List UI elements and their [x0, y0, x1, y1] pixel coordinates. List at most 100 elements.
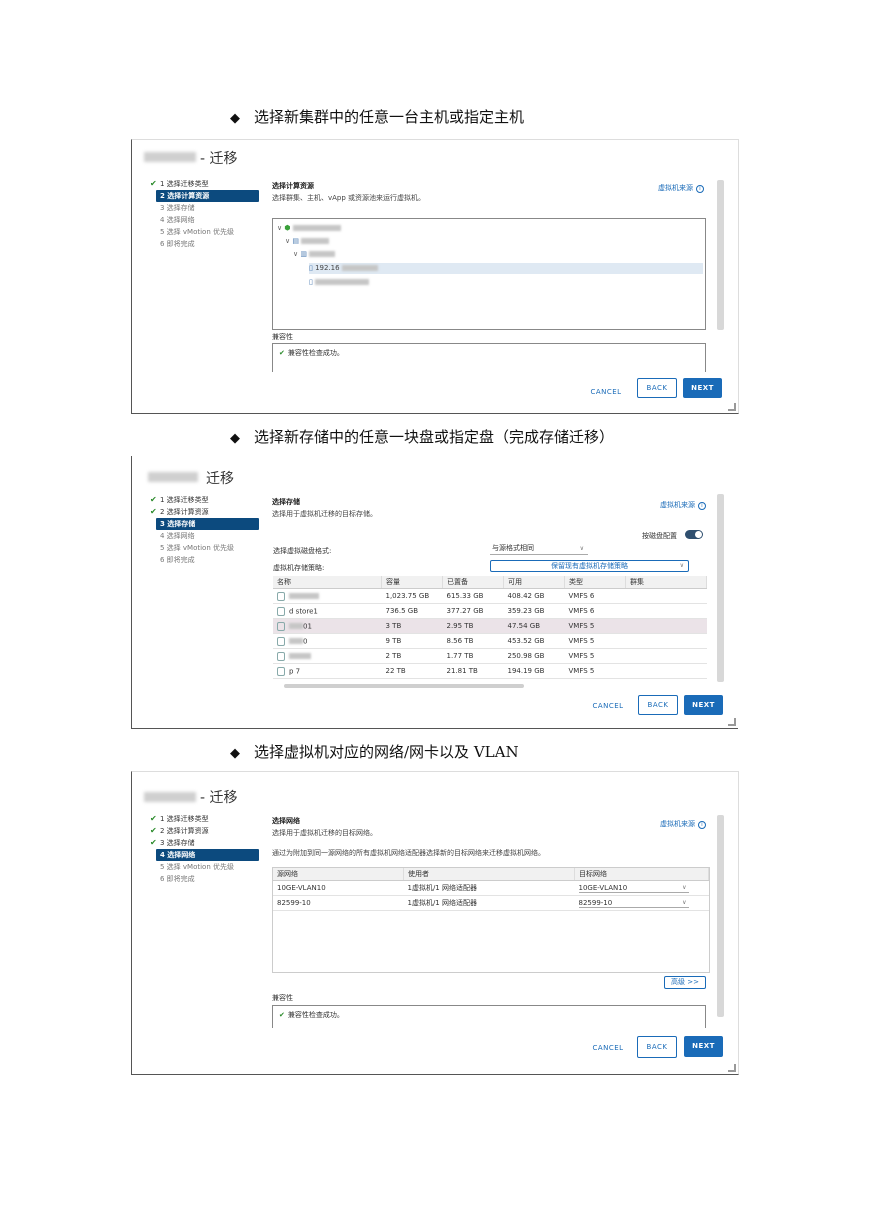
step-4: 4 选择网络 [160, 532, 195, 540]
section-heading-1: ◆ 选择新集群中的任意一台主机或指定主机 [230, 108, 525, 126]
col-capacity[interactable]: 容量 [381, 576, 443, 589]
resize-handle[interactable] [728, 1064, 736, 1072]
check-icon: ✔ [150, 495, 157, 504]
disk-format-select[interactable]: 与源格式相同 ∨ [490, 543, 588, 555]
content-subtitle: 选择用于虚拟机迁移的目标网络。 [272, 829, 377, 837]
target-network-select[interactable]: 10GE-VLAN10 ∨ [578, 883, 689, 893]
cancel-button[interactable]: CANCEL [588, 696, 628, 716]
blurred-vm-name [148, 472, 198, 482]
step-4: 4 选择网络 [160, 216, 195, 224]
col-type[interactable]: 类型 [564, 576, 626, 589]
target-network-select[interactable]: 82599-10 ∨ [578, 899, 689, 908]
cancel-button[interactable]: CANCEL [586, 382, 626, 402]
datastore-table: 名称 容量 已置备 可用 类型 群集 1,023.75 GB 615.33 GB 4… [273, 576, 707, 679]
tree-cluster-parent[interactable]: ∨ ▤ [285, 236, 330, 247]
table-row[interactable]: 2 TB 1.77 TB 250.98 GB VMFS 5 [273, 648, 707, 664]
step-2[interactable]: ✔ 2 选择计算资源 [150, 825, 255, 837]
col-target-network[interactable]: 目标网络 [574, 868, 709, 881]
dialog-title: - 迁移 [200, 151, 238, 167]
table-row[interactable]: 1,023.75 GB 615.33 GB 408.42 GB VMFS 6 [273, 588, 707, 604]
migrate-dialog-network: - 迁移 ✔ 1 选择迁移类型 ✔ 2 选择计算资源 ✔ 3 选择存储 4 选择网络 … [131, 771, 739, 1075]
storage-policy-select[interactable]: 保留现有虚拟机存储策略 ∨ [490, 560, 689, 572]
tree-datacenter[interactable]: ∨ ⬢ [277, 223, 341, 234]
per-disk-toggle[interactable] [685, 530, 703, 539]
resource-tree[interactable]: ∨ ⬢ ∨ ▤ ∨ ▥ ▯ 192.16 ▯ [272, 218, 706, 330]
col-provisioned[interactable]: 已置备 [442, 576, 504, 589]
step-6: 6 即将完成 [160, 240, 195, 248]
chevron-down-icon: ∨ [679, 562, 684, 569]
vertical-scrollbar[interactable] [717, 494, 724, 682]
horizontal-scrollbar[interactable] [284, 684, 524, 688]
wizard-steps: ✔ 1 选择迁移类型 ✔ 2 选择计算资源 ✔ 3 选择存储 4 选择网络 5 选择 … [150, 813, 259, 885]
content-subtitle: 选择群集、主机、vApp 或资源池来运行虚拟机。 [272, 194, 426, 202]
check-icon: ✔ [150, 179, 157, 188]
step-2-current[interactable]: 2 选择计算资源 [156, 190, 259, 202]
step-5: 5 选择 vMotion 优先级 [160, 228, 235, 236]
step-1[interactable]: ✔ 1 选择迁移类型 [150, 813, 255, 825]
per-disk-label: 按磁盘配置 [642, 532, 677, 540]
datastore-icon [277, 666, 285, 676]
network-description: 通过为附加到同一源网络的所有虚拟机网络适配器选择新的目标网络来迁移虚拟机网络。 [272, 849, 545, 857]
datastore-icon [277, 651, 285, 661]
tree-cluster[interactable]: ∨ ▥ [293, 249, 336, 260]
table-row[interactable]: p 7 22 TB 21.81 TB 194.19 GB VMFS 5 [273, 663, 707, 679]
tree-host[interactable]: ▯ [309, 277, 370, 288]
folder-icon: ▤ [292, 237, 299, 245]
next-button[interactable]: NEXT [684, 695, 723, 715]
back-button[interactable]: BACK [637, 1036, 677, 1058]
next-button[interactable]: NEXT [684, 1036, 723, 1057]
step-3: 3 选择存储 [160, 204, 195, 212]
tree-host-selected[interactable]: ▯ 192.16 [309, 263, 703, 274]
datastore-icon [277, 621, 285, 631]
step-2[interactable]: ✔ 2 选择计算资源 [150, 506, 255, 518]
col-free[interactable]: 可用 [503, 576, 565, 589]
table-row[interactable]: 0 9 TB 8.56 TB 453.52 GB VMFS 5 [273, 633, 707, 649]
table-row[interactable]: 10GE-VLAN10 1虚拟机/1 网络适配器 10GE-VLAN10 ∨ [273, 880, 709, 896]
blurred-vm-name [144, 152, 196, 162]
dialog-titlebar: 迁移 [132, 456, 738, 487]
advanced-button[interactable]: 高级 >> [664, 976, 706, 989]
col-used-by[interactable]: 使用者 [403, 868, 575, 881]
vertical-scrollbar[interactable] [717, 180, 724, 330]
datacenter-icon: ⬢ [284, 224, 291, 232]
back-button[interactable]: BACK [638, 695, 678, 715]
cancel-button[interactable]: CANCEL [588, 1038, 628, 1058]
compat-box: ✔ 兼容性检查成功。 [272, 1005, 706, 1028]
vm-source-link[interactable]: 虚拟机来源 i [660, 500, 706, 510]
vertical-scrollbar[interactable] [717, 815, 724, 1017]
step-3[interactable]: ✔ 3 选择存储 [150, 837, 255, 849]
vm-source-link[interactable]: 虚拟机来源 i [658, 183, 704, 193]
step-5: 5 选择 vMotion 优先级 [160, 544, 235, 552]
disk-format-label: 选择虚拟磁盘格式: [273, 547, 332, 555]
step-6: 6 即将完成 [160, 556, 195, 564]
col-cluster[interactable]: 群集 [625, 576, 707, 589]
dialog-title: 迁移 [206, 471, 234, 487]
dialog-title: - 迁移 [200, 790, 238, 806]
policy-label: 虚拟机存储策略: [273, 564, 325, 572]
dialog-titlebar: - 迁移 [132, 772, 738, 806]
wizard-steps: ✔ 1 选择迁移类型 2 选择计算资源 3 选择存储 4 选择网络 5 选择 vM… [150, 178, 259, 250]
col-name[interactable]: 名称 [273, 576, 382, 589]
table-row[interactable]: d store1 736.5 GB 377.27 GB 359.23 GB VMFS … [273, 603, 707, 619]
chevron-down-icon: ∨ [682, 883, 687, 891]
table-row-selected[interactable]: 01 3 TB 2.95 TB 47.54 GB VMFS 5 [273, 618, 707, 634]
next-button[interactable]: NEXT [683, 378, 722, 398]
table-header: 源网络 使用者 目标网络 [273, 868, 709, 881]
step-1[interactable]: ✔ 1 选择迁移类型 [150, 494, 255, 506]
diamond-bullet-icon: ◆ [230, 746, 240, 761]
info-icon: i [696, 185, 704, 193]
col-source-network[interactable]: 源网络 [273, 868, 404, 881]
table-header: 名称 容量 已置备 可用 类型 群集 [273, 576, 707, 589]
content-pane: 选择存储 选择用于虚拟机迁移的目标存储。 [272, 497, 710, 519]
step-4-current[interactable]: 4 选择网络 [156, 849, 259, 861]
vm-source-link[interactable]: 虚拟机来源 i [660, 819, 706, 829]
host-icon: ▯ [309, 278, 313, 286]
resize-handle[interactable] [728, 718, 736, 726]
step-3-current[interactable]: 3 选择存储 [156, 518, 259, 530]
back-button[interactable]: BACK [637, 378, 677, 398]
table-row[interactable]: 82599-10 1虚拟机/1 网络适配器 82599-10 ∨ [273, 895, 709, 911]
content-title: 选择存储 [272, 498, 300, 506]
resize-handle[interactable] [728, 403, 736, 411]
host-icon: ▯ [309, 264, 313, 272]
step-1[interactable]: ✔ 1 选择迁移类型 [150, 178, 255, 190]
